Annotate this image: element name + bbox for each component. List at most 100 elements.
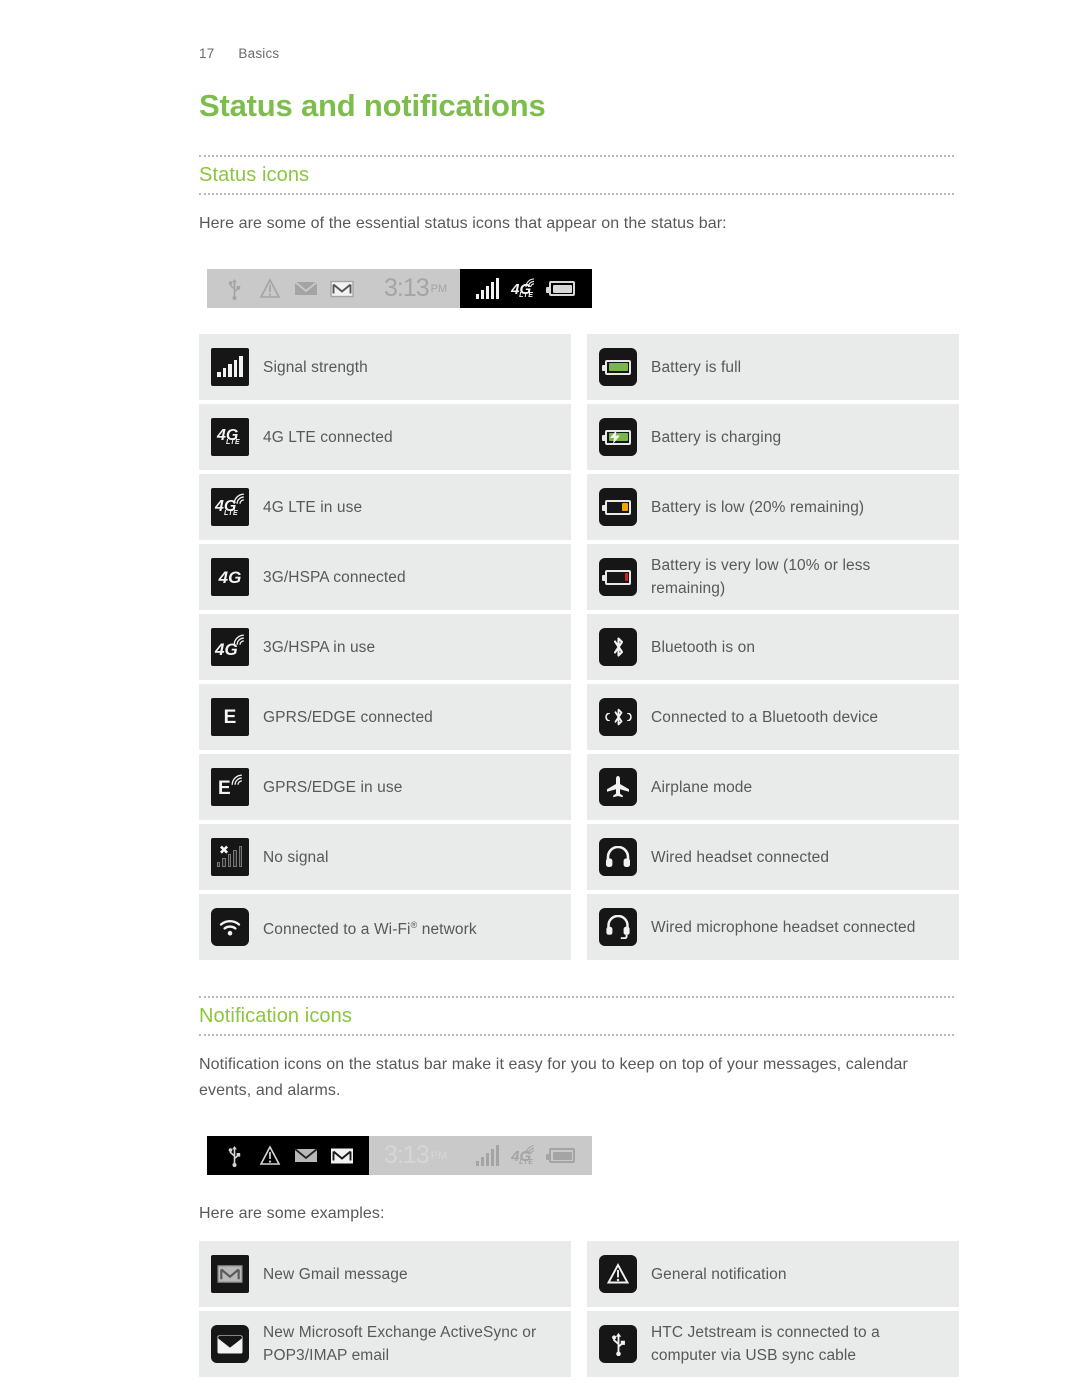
4g-lte-connected-icon: 4G LTE (211, 418, 249, 457)
examples-intro: Here are some examples: (199, 1205, 385, 1223)
airplane-mode-icon (599, 768, 637, 807)
row-label: GPRS/EDGE in use (263, 778, 403, 796)
row-label: Wired headset connected (651, 848, 830, 866)
status-icons-intro: Here are some of the essential status ic… (199, 215, 727, 233)
battery-very-low-icon (599, 558, 637, 597)
row-label: Wired microphone headset connected (651, 918, 916, 936)
table-row: Bluetooth is on (587, 614, 959, 681)
wifi-icon (211, 908, 249, 947)
row-label: 4G LTE in use (263, 498, 363, 516)
row-label: New Microsoft Exchange ActiveSync or POP… (263, 1324, 537, 1365)
table-row: Signal strength (199, 334, 571, 401)
status-icons-left-column: Signal strength 4G LTE 4G LTE connected … (199, 334, 571, 961)
usb-icon (221, 1144, 247, 1168)
table-row: E GPRS/EDGE in use (199, 754, 571, 821)
gmail-icon (211, 1255, 249, 1294)
general-notification-icon (257, 1144, 283, 1168)
table-row: Connected to a Wi-Fi® network (199, 894, 571, 961)
4g-lte-in-use-icon: 4G LTE (211, 488, 249, 527)
row-label: 4G LTE connected (263, 428, 393, 446)
3g-hspa-in-use-icon: 4G (211, 628, 249, 667)
table-row: Battery is full (587, 334, 959, 401)
row-label: 3G/HSPA in use (263, 638, 376, 656)
table-row: Wired microphone headset connected (587, 894, 959, 961)
status-bar-ampm: PM (430, 282, 448, 295)
status-bar-left-segment-highlighted (207, 1136, 369, 1176)
running-header: 17 Basics (199, 46, 960, 61)
bluetooth-connected-icon (599, 698, 637, 737)
notification-icons-right-column: General notification HTC Jetstream is co… (587, 1241, 959, 1378)
notification-icons-intro: Notification icons on the status bar mak… (199, 1056, 908, 1100)
document-page: 17 Basics Status and notifications Status… (0, 0, 1080, 1378)
gprs-edge-connected-icon: E (211, 698, 249, 737)
signal-bars-icon (211, 348, 249, 387)
table-row: General notification (587, 1241, 959, 1308)
battery-charging-icon (599, 418, 637, 457)
battery-low-icon (599, 488, 637, 527)
table-row: 4G LTE 4G LTE in use (199, 474, 571, 541)
row-label: Battery is very low (10% or less remaini… (651, 557, 871, 598)
row-label: Battery is low (20% remaining) (651, 498, 865, 516)
row-label: Battery is full (651, 358, 742, 376)
bluetooth-on-icon (599, 628, 637, 667)
gprs-edge-in-use-icon: E (211, 768, 249, 807)
table-row: E GPRS/EDGE connected (199, 684, 571, 751)
row-label: Connected to a Bluetooth device (651, 708, 879, 726)
table-row: 4G 3G/HSPA connected (199, 544, 571, 611)
4g-lte-in-use-icon: 4G LTE (511, 278, 535, 299)
3g-hspa-connected-icon: 4G (211, 558, 249, 597)
4g-lte-in-use-icon: 4G LTE (511, 1145, 535, 1166)
page-title: Status and notifications (199, 88, 546, 123)
wired-microphone-headset-icon (599, 908, 637, 947)
table-row: Airplane mode (587, 754, 959, 821)
row-label: No signal (263, 848, 329, 866)
battery-full-icon (599, 348, 637, 387)
usb-icon (221, 277, 247, 301)
notification-icons-table: New Gmail message New Microsoft Exchange… (199, 1241, 959, 1378)
wifi-label-text: Connected to a Wi-Fi® network (263, 919, 477, 938)
table-row: Battery is low (20% remaining) (587, 474, 959, 541)
notification-icons-left-column: New Gmail message New Microsoft Exchange… (199, 1241, 571, 1378)
row-label: Airplane mode (651, 778, 753, 796)
status-icons-right-column: Battery is full Battery is charging Batt… (587, 334, 959, 961)
row-label: New Gmail message (263, 1265, 408, 1283)
battery-full-icon (546, 1144, 578, 1168)
table-row: Battery is charging (587, 404, 959, 471)
status-bar-graphic-status: 3:13 PM 4G LTE (207, 269, 593, 309)
status-bar-graphic-notifications: 3:13 PM 4G LTE (207, 1136, 593, 1176)
table-row: Wired headset connected (587, 824, 959, 891)
general-notification-icon (257, 277, 283, 301)
status-bar-time: 3:13 (384, 274, 430, 303)
table-row: Battery is very low (10% or less remaini… (587, 544, 959, 611)
table-row: New Gmail message (199, 1241, 571, 1308)
row-label: HTC Jetstream is connected to a computer… (651, 1324, 880, 1365)
gmail-icon (329, 1144, 355, 1168)
row-label: Signal strength (263, 358, 368, 376)
envelope-icon (211, 1325, 249, 1364)
section-heading-notification-icons: Notification icons (199, 996, 954, 1037)
row-label: Connected to a Wi-Fi® network (263, 914, 477, 941)
row-label: Battery is charging (651, 428, 782, 446)
row-label: Bluetooth is on (651, 638, 756, 656)
table-row: ✖ No signal (199, 824, 571, 891)
table-row: HTC Jetstream is connected to a computer… (587, 1311, 959, 1378)
status-bar-clock-segment: 3:13 PM (369, 1136, 461, 1176)
status-bar-right-segment-highlighted: 4G LTE (460, 269, 593, 309)
status-bar-time: 3:13 (384, 1141, 430, 1170)
envelope-icon (293, 1144, 319, 1168)
battery-full-icon (546, 277, 578, 301)
status-bar-right-segment: 4G LTE (460, 1136, 593, 1176)
status-bar-ampm: PM (430, 1149, 448, 1162)
page-number: 17 (199, 46, 215, 61)
section-heading-status-icons: Status icons (199, 155, 954, 196)
row-label: 3G/HSPA connected (263, 568, 406, 586)
table-row: 4G LTE 4G LTE connected (199, 404, 571, 471)
table-row: New Microsoft Exchange ActiveSync or POP… (199, 1311, 571, 1378)
general-notification-icon (599, 1255, 637, 1294)
status-bar-clock-segment: 3:13 PM (369, 269, 461, 309)
wired-headset-icon (599, 838, 637, 877)
no-signal-icon: ✖ (211, 838, 249, 877)
table-row: 4G 3G/HSPA in use (199, 614, 571, 681)
gmail-icon (329, 277, 355, 301)
signal-bars-icon (474, 1144, 500, 1168)
